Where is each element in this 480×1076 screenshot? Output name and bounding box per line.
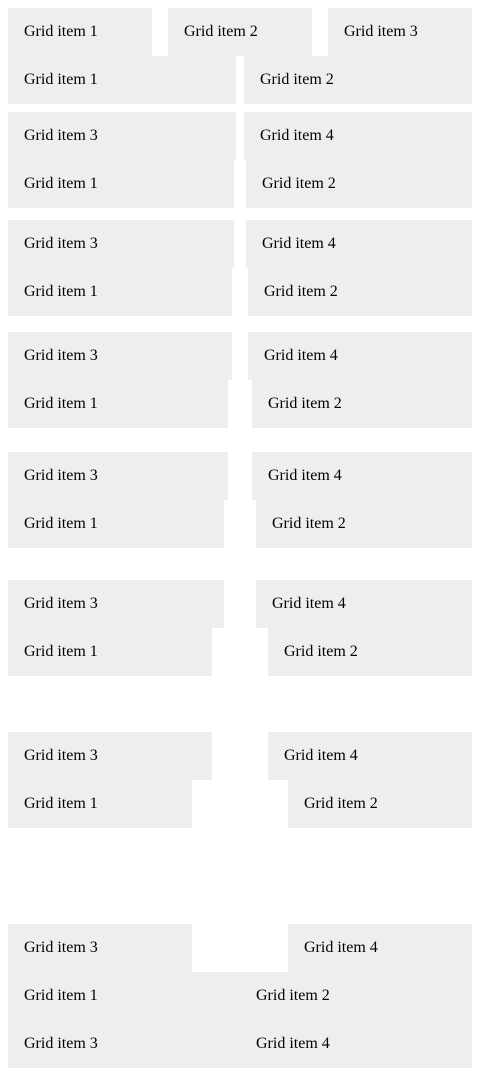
grid-item: Grid item 1 [24, 987, 98, 1004]
grid-item: Grid item 3 [8, 924, 192, 972]
grid-item: Grid item 1 [8, 500, 224, 548]
grid-item: Grid item 3 [8, 452, 228, 500]
grid-item: Grid item 1 [8, 160, 234, 208]
grid-item: Grid item 3 [8, 332, 232, 380]
grid-item: Grid item 3 [8, 732, 212, 780]
grid-item: Grid item 2 [268, 628, 472, 676]
grid-item: Grid item 1 [8, 268, 232, 316]
grid-item: Grid item 4 [246, 220, 472, 268]
grid-item: Grid item 2 [256, 987, 330, 1004]
grid-item: Grid item 4 [252, 452, 472, 500]
grid-item: Grid item 4 [244, 112, 472, 160]
grid-item: Grid item 3 [8, 580, 224, 628]
grid-item: Grid item 2 [288, 780, 472, 828]
grid-item: Grid item 4 [256, 1035, 330, 1052]
grid-item: Grid item 2 [256, 500, 472, 548]
grid-item: Grid item 1 [8, 8, 152, 56]
grid-item: Grid item 1 [8, 56, 236, 104]
grid-item: Grid item 3 [24, 1035, 98, 1052]
grid-item: Grid item 3 [8, 112, 236, 160]
grid-item: Grid item 4 [268, 732, 472, 780]
grid-item: Grid item 2 [244, 56, 472, 104]
grid-item: Grid item 3 [328, 8, 472, 56]
grid-item: Grid item 2 [246, 160, 472, 208]
grid-item: Grid item 2 [252, 380, 472, 428]
grid-item: Grid item 3 [8, 220, 234, 268]
grid-item: Grid item 4 [248, 332, 472, 380]
grid-item: Grid item 4 [288, 924, 472, 972]
grid-item: Grid item 1 [8, 628, 212, 676]
grid-item: Grid item 4 [256, 580, 472, 628]
grid-item: Grid item 1 [8, 780, 192, 828]
grid-item: Grid item 2 [248, 268, 472, 316]
grid-item: Grid item 2 [168, 8, 312, 56]
grid-item: Grid item 1 [8, 380, 228, 428]
